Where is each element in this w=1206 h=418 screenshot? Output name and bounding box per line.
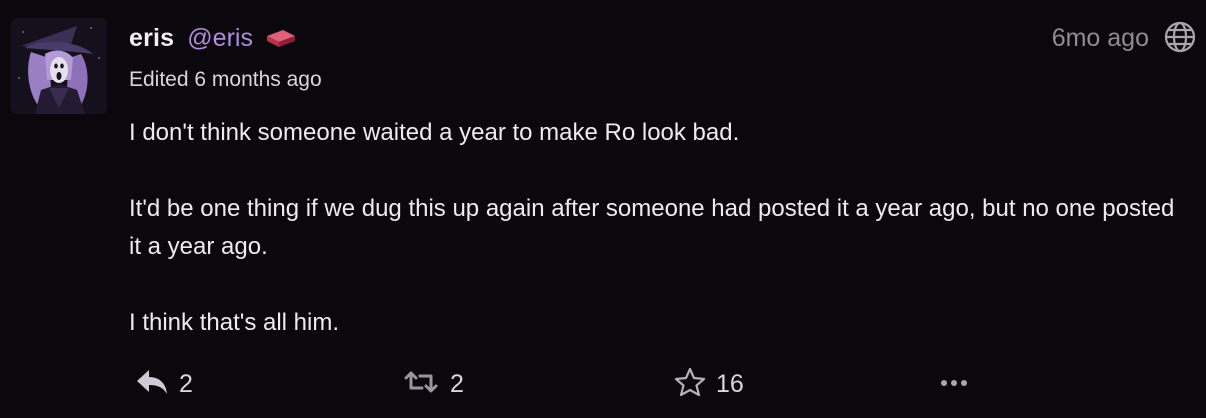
account-handle[interactable]: @eris xyxy=(187,24,253,53)
more-icon xyxy=(939,375,969,393)
avatar[interactable] xyxy=(11,18,107,114)
post-timestamp[interactable]: 6mo ago xyxy=(1052,22,1149,54)
star-icon xyxy=(674,366,706,403)
globe-icon xyxy=(1163,20,1197,54)
edited-indicator[interactable]: Edited 6 months ago xyxy=(129,68,322,92)
post-header: eris @eris xyxy=(129,22,297,54)
favourite-button[interactable]: 16 xyxy=(674,364,744,404)
more-options-button[interactable] xyxy=(939,364,969,404)
post-content: I don't think someone waited a year to m… xyxy=(129,114,1179,342)
reply-count: 2 xyxy=(179,369,193,398)
brick-icon xyxy=(265,27,297,49)
boost-icon xyxy=(402,368,440,401)
status-post: eris @eris Edited 6 months ago 6mo ago I… xyxy=(0,0,1206,418)
post-actions: 2 2 16 xyxy=(0,364,1206,404)
favourite-count: 16 xyxy=(716,369,744,398)
display-name[interactable]: eris xyxy=(129,24,174,53)
boost-button[interactable]: 2 xyxy=(402,364,464,404)
reply-button[interactable]: 2 xyxy=(135,364,193,404)
reply-icon xyxy=(135,368,169,401)
content-paragraph: I don't think someone waited a year to m… xyxy=(129,119,740,146)
content-paragraph: It'd be one thing if we dug this up agai… xyxy=(129,195,1175,260)
content-paragraph: I think that's all him. xyxy=(129,309,339,336)
boost-count: 2 xyxy=(450,369,464,398)
